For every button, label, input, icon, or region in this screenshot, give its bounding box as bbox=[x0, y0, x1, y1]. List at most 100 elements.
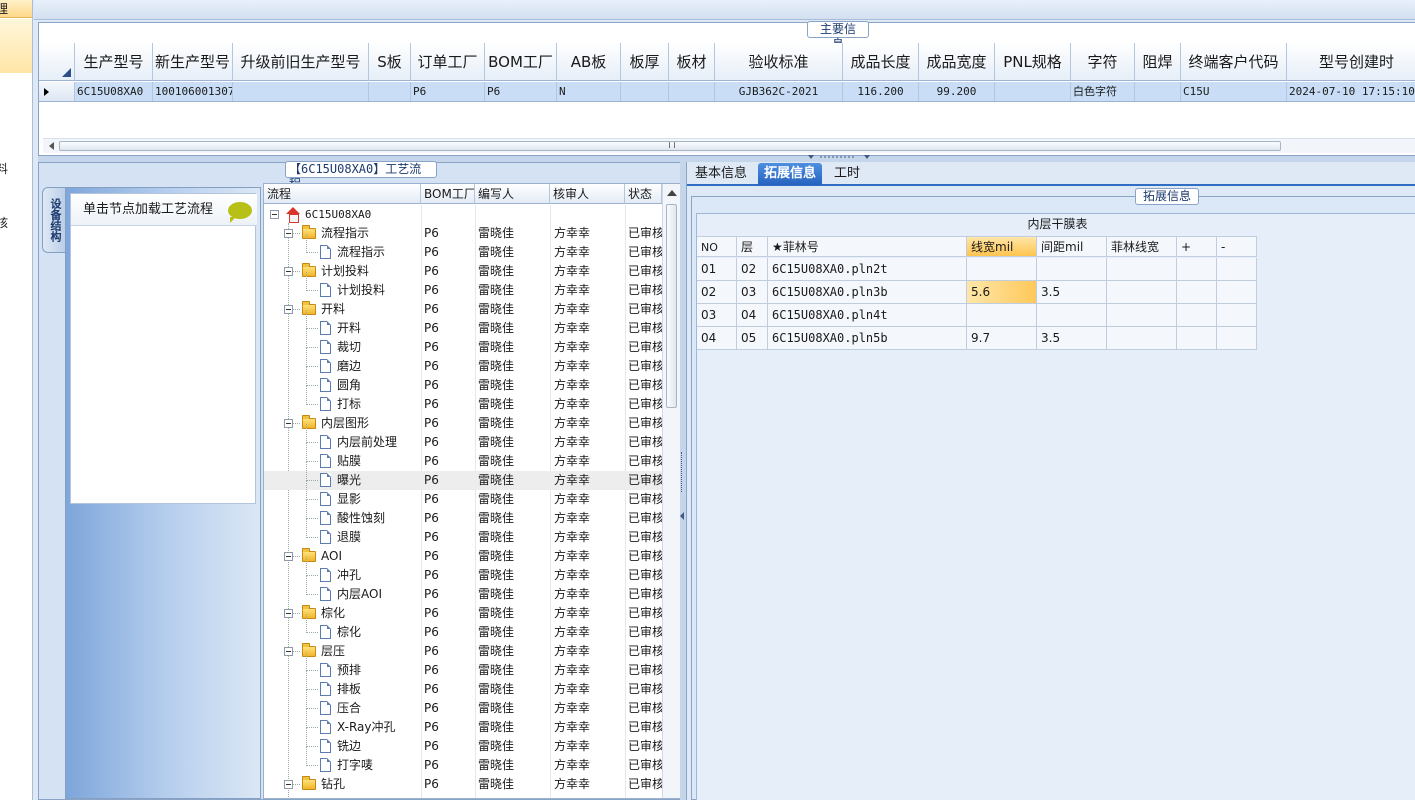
column-header[interactable]: 字符 bbox=[1071, 43, 1135, 81]
column-header[interactable]: 验收标准 bbox=[715, 43, 843, 81]
table-cell[interactable] bbox=[1037, 258, 1107, 281]
tree-row[interactable]: 冲孔 P6 雷晓佳 方幸幸 已审核 bbox=[264, 557, 662, 585]
main-grid-hscrollbar[interactable] bbox=[43, 138, 1415, 153]
tree-row[interactable]: 棕化 P6 雷晓佳 方幸幸 已审核 bbox=[264, 614, 662, 642]
table-column-header[interactable]: ★菲林号 bbox=[768, 236, 967, 257]
table-row[interactable]: 04 05 6C15U08XA0.pln5b 9.7 3.5 bbox=[697, 327, 1257, 350]
table-cell[interactable]: 05 bbox=[737, 327, 768, 350]
table-cell[interactable] bbox=[369, 82, 411, 101]
column-header[interactable]: 新生产型号 bbox=[153, 43, 233, 81]
table-cell[interactable] bbox=[1177, 258, 1217, 281]
table-cell[interactable] bbox=[967, 304, 1037, 327]
tree-row[interactable]: 排板 P6 雷晓佳 方幸幸 已审核 bbox=[264, 671, 662, 699]
collapse-toggle-icon[interactable] bbox=[284, 267, 293, 276]
tree-row[interactable]: 打字唛 P6 雷晓佳 方幸幸 已审核 bbox=[264, 747, 662, 775]
column-header[interactable]: BOM工厂 bbox=[485, 43, 557, 81]
table-cell[interactable]: 01 bbox=[697, 258, 737, 281]
tree-column-header[interactable]: 核审人 bbox=[550, 184, 625, 204]
table-cell[interactable] bbox=[1177, 281, 1217, 304]
table-cell[interactable] bbox=[1135, 82, 1181, 101]
scroll-up-arrow-icon[interactable] bbox=[667, 190, 677, 196]
collapse-toggle-icon[interactable] bbox=[284, 552, 293, 561]
column-header[interactable]: 板材 bbox=[669, 43, 715, 81]
table-cell[interactable]: 3.5 bbox=[1037, 327, 1107, 350]
table-cell[interactable]: P6 bbox=[411, 82, 485, 101]
collapse-toggle-icon[interactable] bbox=[284, 647, 293, 656]
table-cell[interactable] bbox=[995, 82, 1071, 101]
tree-row[interactable]: 打标 P6 雷晓佳 方幸幸 已审核 bbox=[264, 386, 662, 414]
tree-column-header[interactable]: 状态 bbox=[625, 184, 662, 204]
tree-row[interactable]: 酸性蚀刻 P6 雷晓佳 方幸幸 已审核 bbox=[264, 500, 662, 528]
tree-row[interactable]: 裁切 P6 雷晓佳 方幸幸 已审核 bbox=[264, 329, 662, 357]
table-row[interactable]: 03 04 6C15U08XA0.pln4t bbox=[697, 304, 1257, 327]
table-column-header[interactable]: 间距mil bbox=[1037, 236, 1107, 257]
tree-row[interactable]: 贴膜 P6 雷晓佳 方幸幸 已审核 bbox=[264, 443, 662, 471]
tree-row[interactable]: 磨边 P6 雷晓佳 方幸幸 已审核 bbox=[264, 348, 662, 376]
table-cell[interactable] bbox=[1037, 304, 1107, 327]
table-cell[interactable] bbox=[1177, 304, 1217, 327]
table-cell[interactable]: 03 bbox=[737, 281, 768, 304]
table-cell[interactable] bbox=[967, 258, 1037, 281]
table-column-header[interactable]: 线宽mil bbox=[967, 236, 1037, 257]
collapse-toggle-icon[interactable] bbox=[284, 305, 293, 314]
nav-item[interactable]: 核 bbox=[0, 214, 32, 232]
tab-work-hours[interactable]: 工时 bbox=[828, 163, 866, 185]
tree-column-header[interactable]: 流程 bbox=[264, 184, 421, 204]
table-cell[interactable]: 02 bbox=[697, 281, 737, 304]
column-header[interactable]: 型号创建时 bbox=[1287, 43, 1415, 81]
load-process-hint[interactable]: 单击节点加载工艺流程 bbox=[71, 194, 257, 226]
table-column-header[interactable]: NO bbox=[697, 236, 737, 257]
table-cell[interactable]: 6C15U08XA0.pln3b bbox=[768, 281, 967, 304]
table-cell[interactable] bbox=[1107, 258, 1177, 281]
column-header[interactable]: 成品宽度 bbox=[919, 43, 995, 81]
table-cell[interactable] bbox=[1217, 258, 1257, 281]
scroll-left-arrow-icon[interactable] bbox=[49, 142, 54, 150]
table-column-header[interactable]: - bbox=[1217, 236, 1257, 257]
table-cell[interactable]: 99.200 bbox=[919, 82, 995, 101]
table-cell[interactable]: 6C15U08XA0.pln2t bbox=[768, 258, 967, 281]
tree-vscrollbar[interactable] bbox=[662, 184, 680, 798]
table-cell[interactable]: 白色字符 bbox=[1071, 82, 1135, 101]
column-header[interactable]: S板 bbox=[369, 43, 411, 81]
tree-row[interactable]: 铣边 P6 雷晓佳 方幸幸 已审核 bbox=[264, 728, 662, 756]
table-column-header[interactable]: 层 bbox=[737, 236, 768, 257]
tab-extended-info[interactable]: 拓展信息 bbox=[758, 163, 823, 185]
table-cell[interactable] bbox=[1107, 327, 1177, 350]
tree-row[interactable]: X-Ray冲孔 P6 雷晓佳 方幸幸 已审核 bbox=[264, 709, 662, 737]
tab-basic-info[interactable]: 基本信息 bbox=[689, 163, 753, 185]
tree-scroll-thumb[interactable] bbox=[666, 204, 677, 408]
table-cell[interactable] bbox=[1177, 327, 1217, 350]
table-cell[interactable] bbox=[1107, 281, 1177, 304]
tree-row[interactable]: 钻孔 P6 雷晓佳 方幸幸 已审核 bbox=[264, 775, 662, 794]
column-header[interactable]: 终端客户代码 bbox=[1181, 43, 1287, 81]
column-header[interactable]: AB板 bbox=[557, 43, 621, 81]
table-cell[interactable]: GJB362C-2021 bbox=[715, 82, 843, 101]
tree-row[interactable]: 计划投料 P6 雷晓佳 方幸幸 已审核 bbox=[264, 272, 662, 300]
table-cell[interactable] bbox=[669, 82, 715, 101]
tree-row[interactable]: 开料 P6 雷晓佳 方幸幸 已审核 bbox=[264, 310, 662, 338]
table-cell[interactable] bbox=[1217, 304, 1257, 327]
column-header[interactable]: PNL规格 bbox=[995, 43, 1071, 81]
row-indicator-arrow-icon[interactable] bbox=[39, 82, 75, 102]
nav-item[interactable]: 料 bbox=[0, 160, 32, 178]
table-cell[interactable] bbox=[233, 82, 369, 101]
collapse-toggle-icon[interactable] bbox=[270, 210, 279, 219]
tree-row[interactable]: 曝光 P6 雷晓佳 方幸幸 已审核 bbox=[264, 462, 662, 490]
table-row[interactable]: 02 03 6C15U08XA0.pln3b 5.6 3.5 bbox=[697, 281, 1257, 304]
table-cell[interactable]: 04 bbox=[737, 304, 768, 327]
tree-row[interactable]: 内层图形 P6 雷晓佳 方幸幸 已审核 bbox=[264, 414, 662, 433]
collapse-toggle-icon[interactable] bbox=[284, 780, 293, 789]
table-cell[interactable] bbox=[621, 82, 669, 101]
tree-root-row[interactable]: 6C15U08XA0 bbox=[264, 205, 662, 224]
table-cell[interactable]: 3.5 bbox=[1037, 281, 1107, 304]
tree-row[interactable]: AOI P6 雷晓佳 方幸幸 已审核 bbox=[264, 547, 662, 566]
tree-row[interactable]: 流程指示 P6 雷晓佳 方幸幸 已审核 bbox=[264, 234, 662, 262]
table-cell[interactable]: 6C15U08XA0.pln5b bbox=[768, 327, 967, 350]
grid-corner[interactable] bbox=[39, 43, 75, 81]
tree-row[interactable]: 流程指示 P6 雷晓佳 方幸幸 已审核 bbox=[264, 224, 662, 243]
table-cell[interactable]: 5.6 bbox=[967, 281, 1037, 304]
collapse-toggle-icon[interactable] bbox=[284, 609, 293, 618]
column-header[interactable]: 阻焊 bbox=[1135, 43, 1181, 81]
column-header[interactable]: 订单工厂 bbox=[411, 43, 485, 81]
nav-item[interactable]: 理 bbox=[0, 0, 32, 18]
